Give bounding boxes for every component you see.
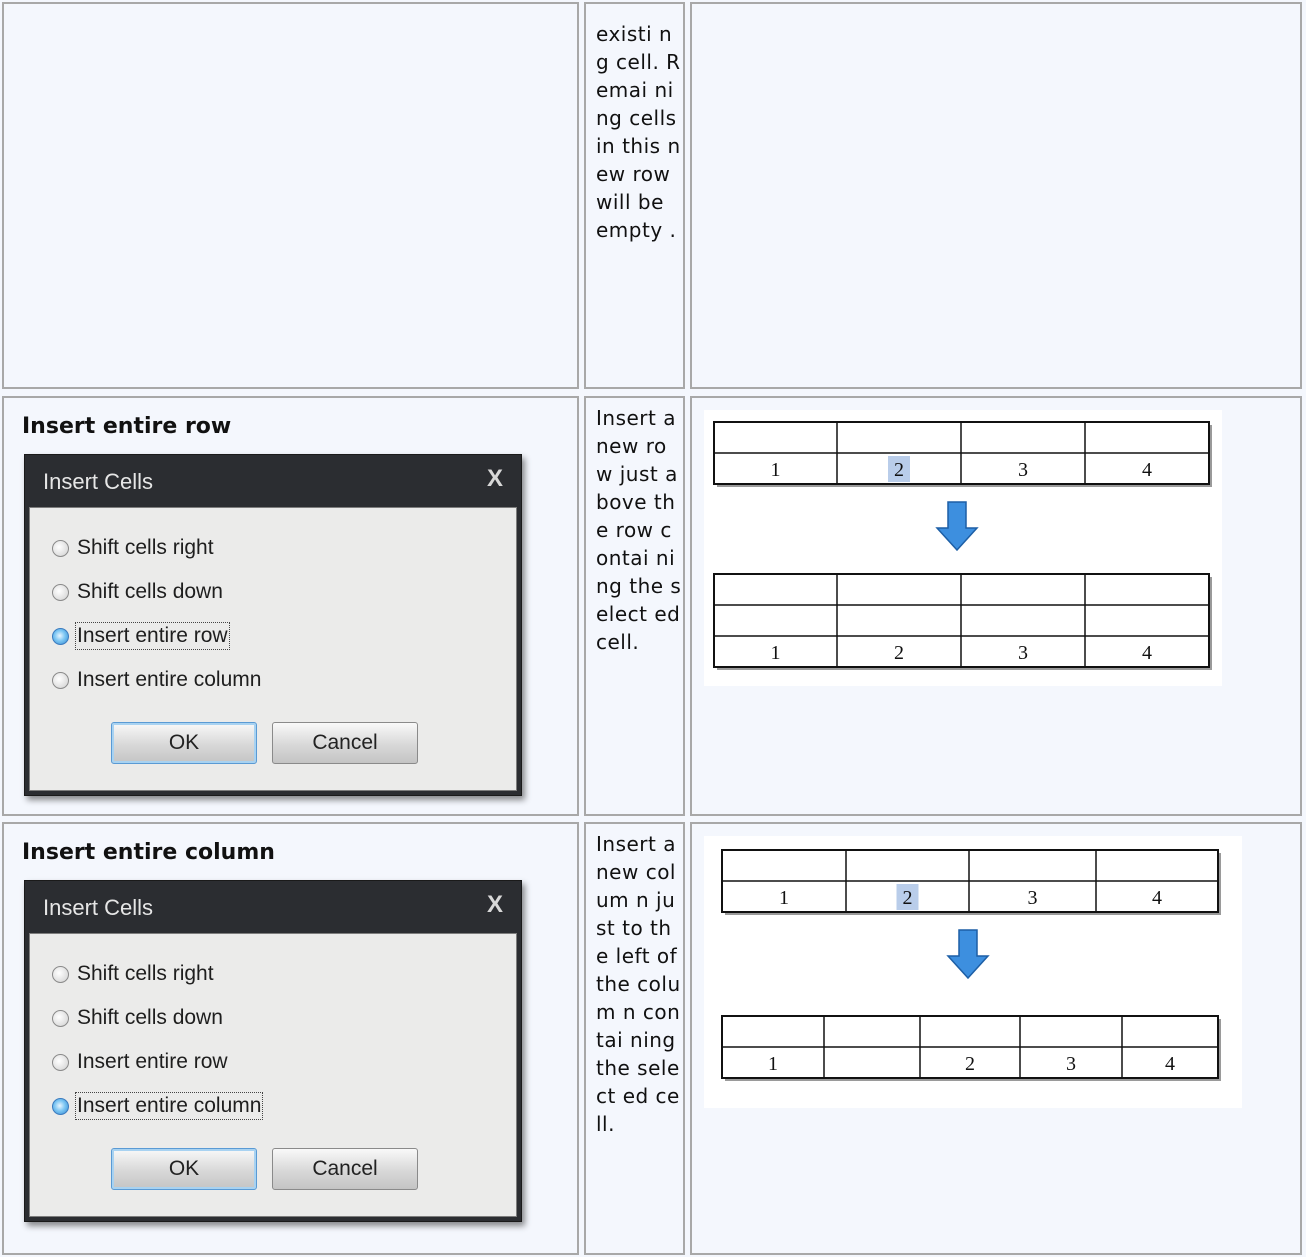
before-table-cell-label: 4 bbox=[1142, 459, 1152, 481]
option-label: Shift cells down bbox=[77, 1006, 223, 1029]
insert-column-diagram-svg: 1 2 3 4 1 2 3 4 bbox=[721, 849, 1221, 1081]
dialog-body: Shift cells right Shift cells down Inser… bbox=[29, 507, 517, 791]
radio-selected-icon[interactable] bbox=[52, 627, 69, 645]
before-table-cell-label: 3 bbox=[1018, 459, 1028, 481]
before-table-cell-label: 3 bbox=[1028, 887, 1038, 909]
ok-button[interactable]: OK bbox=[111, 1148, 257, 1190]
before-table-cell-label: 2 bbox=[903, 887, 913, 909]
before-table-cell-label: 1 bbox=[771, 459, 781, 481]
after-table-cell-label: 1 bbox=[771, 642, 781, 664]
column-diagram-down-arrow-icon bbox=[946, 929, 990, 980]
option-insert-entire-row[interactable]: Insert entire row bbox=[52, 1050, 228, 1074]
radio-icon[interactable] bbox=[52, 965, 69, 983]
row1-heading: Insert entire row bbox=[22, 414, 232, 439]
before-table-cell-label: 2 bbox=[894, 459, 904, 481]
option-insert-entire-row[interactable]: Insert entire row bbox=[52, 622, 230, 650]
after-table-cell-label: 3 bbox=[1018, 642, 1028, 664]
ok-button[interactable]: OK bbox=[111, 722, 257, 764]
dialog-body: Shift cells right Shift cells down Inser… bbox=[29, 933, 517, 1217]
after-table-cell-label: 4 bbox=[1165, 1053, 1175, 1075]
after-table-cell-label: 1 bbox=[768, 1053, 778, 1075]
close-icon[interactable]: X bbox=[487, 465, 503, 493]
insert-row-diagram: 1 2 3 4 1 2 3 4 bbox=[704, 410, 1222, 686]
after-table-cell-label: 3 bbox=[1066, 1053, 1076, 1075]
row1-col1-cell: Insert entire row Insert Cells X Shift c… bbox=[2, 396, 579, 816]
row0-description-text: existi ng cell. Remai ning cells in this… bbox=[596, 22, 681, 242]
after-table-cell-label: 2 bbox=[894, 642, 904, 664]
row0-col3-cell bbox=[690, 2, 1302, 389]
option-insert-entire-column[interactable]: Insert entire column bbox=[52, 1092, 264, 1120]
option-label: Shift cells right bbox=[77, 536, 214, 559]
cancel-button[interactable]: Cancel bbox=[272, 722, 418, 764]
row0-description: existi ng cell. Remai ning cells in this… bbox=[584, 2, 685, 389]
insert-column-diagram: 1 2 3 4 1 2 3 4 bbox=[704, 836, 1242, 1108]
option-shift-cells-right[interactable]: Shift cells right bbox=[52, 536, 214, 560]
option-label: Insert entire row bbox=[75, 622, 230, 650]
row1-col3-cell: 1 2 3 4 1 2 3 4 bbox=[690, 396, 1302, 816]
radio-icon[interactable] bbox=[52, 671, 69, 689]
radio-icon[interactable] bbox=[52, 1009, 69, 1027]
radio-icon[interactable] bbox=[52, 1053, 69, 1071]
radio-icon[interactable] bbox=[52, 583, 69, 601]
row-diagram-down-arrow-icon bbox=[935, 501, 979, 552]
option-label: Insert entire column bbox=[74, 1092, 264, 1120]
insert-cells-dialog-row: Insert Cells X Shift cells right Shift c… bbox=[24, 454, 522, 796]
document-table: existi ng cell. Remai ning cells in this… bbox=[0, 0, 1306, 1257]
dialog-title: Insert Cells bbox=[43, 469, 154, 494]
row1-description: Insert a new row just above the row cont… bbox=[584, 396, 685, 816]
row2-heading: Insert entire column bbox=[22, 840, 275, 865]
option-label: Shift cells down bbox=[77, 580, 223, 603]
option-shift-cells-down[interactable]: Shift cells down bbox=[52, 580, 223, 604]
before-table-cell-label: 1 bbox=[779, 887, 789, 909]
row0-col1-cell bbox=[2, 2, 579, 389]
option-label: Insert entire row bbox=[77, 1050, 228, 1073]
option-insert-entire-column[interactable]: Insert entire column bbox=[52, 668, 261, 692]
row2-col3-cell: 1 2 3 4 1 2 3 4 bbox=[690, 822, 1302, 1255]
before-table-cell-label: 4 bbox=[1152, 887, 1162, 909]
insert-cells-dialog-column: Insert Cells X Shift cells right Shift c… bbox=[24, 880, 522, 1222]
after-table-cell-label: 4 bbox=[1142, 642, 1152, 664]
radio-icon[interactable] bbox=[52, 539, 69, 557]
option-label: Insert entire column bbox=[77, 668, 262, 691]
row1-description-text: Insert a new row just above the row cont… bbox=[596, 406, 682, 654]
option-shift-cells-right[interactable]: Shift cells right bbox=[52, 962, 214, 986]
row2-col1-cell: Insert entire column Insert Cells X Shif… bbox=[2, 822, 579, 1255]
option-shift-cells-down[interactable]: Shift cells down bbox=[52, 1006, 223, 1030]
cancel-button[interactable]: Cancel bbox=[272, 1148, 418, 1190]
radio-selected-icon[interactable] bbox=[52, 1097, 69, 1115]
row2-description-text: Insert a new colum n just to the left of… bbox=[596, 832, 681, 1136]
dialog-title: Insert Cells bbox=[43, 895, 154, 920]
option-label: Shift cells right bbox=[77, 962, 214, 985]
row2-description: Insert a new colum n just to the left of… bbox=[584, 822, 685, 1255]
close-icon[interactable]: X bbox=[487, 891, 503, 919]
after-table-cell-label: 2 bbox=[965, 1053, 975, 1075]
insert-row-diagram-svg: 1 2 3 4 1 2 3 4 bbox=[713, 421, 1212, 670]
